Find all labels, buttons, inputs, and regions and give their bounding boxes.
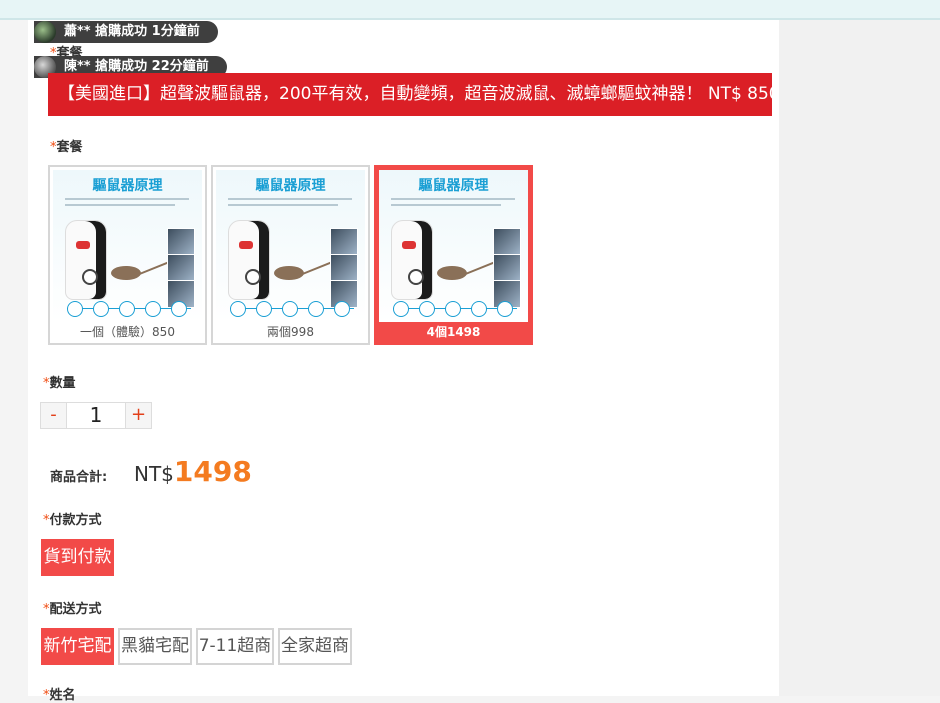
payment-option-cod[interactable]: 貨到付款 [41, 539, 114, 576]
quantity-decrease-button[interactable]: - [40, 402, 67, 429]
step-circle [308, 301, 324, 317]
top-bar [0, 0, 940, 20]
step-circle [334, 301, 350, 317]
package-caption: 兩個998 [267, 325, 314, 339]
effect-photo [330, 254, 358, 282]
purchase-notification: 蕭** 搶購成功 1分鐘前 [34, 21, 218, 43]
subtotal-label: 商品合計: [50, 470, 108, 485]
product-title: 【美國進口】超聲波驅鼠器，200平有效，自動變頻，超音波滅鼠、滅蟑螂驅蚊神器！ … [58, 84, 772, 104]
step-circle [230, 301, 246, 317]
image-text-line [391, 198, 515, 200]
step-circle [256, 301, 272, 317]
step-circle [282, 301, 298, 317]
shipping-option-tcat[interactable]: 黑貓宅配 [118, 628, 192, 665]
effect-photo [330, 228, 358, 256]
effect-photo [167, 254, 195, 282]
shipping-label: *配送方式 [43, 598, 102, 617]
package-option-1[interactable]: 驅鼠器原理 一個（體驗）850 [48, 165, 207, 345]
package-label-text: 套餐 [56, 140, 83, 155]
step-circle [419, 301, 435, 317]
image-text-line [391, 204, 501, 206]
device-speaker [408, 269, 424, 285]
device-logo [76, 241, 90, 249]
image-text-line [228, 198, 352, 200]
effect-photo [493, 254, 521, 282]
product-title-banner: 【美國進口】超聲波驅鼠器，200平有效，自動變頻，超音波滅鼠、滅蟑螂驅蚊神器！ … [48, 73, 772, 116]
package-label: *套餐 [50, 136, 83, 155]
step-circle [171, 301, 187, 317]
subtotal-amount: 1498 [173, 455, 252, 488]
image-title: 驅鼠器原理 [92, 178, 163, 194]
product-image: 驅鼠器原理 [216, 170, 365, 322]
payment-label: *付款方式 [43, 509, 102, 528]
image-text-line [228, 204, 338, 206]
step-circle [471, 301, 487, 317]
repeller-device-image [391, 220, 433, 300]
name-label: *姓名 [43, 684, 76, 703]
shipping-label-text: 配送方式 [49, 602, 102, 617]
step-circle [67, 301, 83, 317]
payment-label-text: 付款方式 [49, 513, 102, 528]
subtotal: NT$1498 [134, 455, 252, 488]
effect-photo [167, 228, 195, 256]
image-title: 驅鼠器原理 [255, 178, 326, 194]
notification-text: 陳** 搶購成功 22分鐘前 [64, 59, 209, 74]
repeller-device-image [228, 220, 270, 300]
step-circle [119, 301, 135, 317]
order-form [28, 20, 779, 696]
image-title: 驅鼠器原理 [418, 178, 489, 194]
device-speaker [82, 269, 98, 285]
device-logo [402, 241, 416, 249]
package-option-2[interactable]: 驅鼠器原理 兩個998 [211, 165, 370, 345]
subtotal-currency: NT$ [134, 462, 174, 486]
step-circle [145, 301, 161, 317]
effect-photo [493, 228, 521, 256]
device-logo [239, 241, 253, 249]
quantity-label: *數量 [43, 372, 76, 391]
step-circle [393, 301, 409, 317]
package-caption: 一個（體驗）850 [80, 325, 175, 339]
avatar [34, 21, 56, 43]
step-circle [93, 301, 109, 317]
package-option-3[interactable]: 驅鼠器原理 4個1498 [374, 165, 533, 345]
shipping-option-familymart[interactable]: 全家超商 [278, 628, 352, 665]
notification-text: 蕭** 搶購成功 1分鐘前 [64, 24, 200, 39]
quantity-input[interactable]: 1 [67, 402, 125, 429]
shipping-option-hct[interactable]: 新竹宅配 [41, 628, 114, 665]
quantity-increase-button[interactable]: + [125, 402, 152, 429]
step-circle [445, 301, 461, 317]
right-panel [779, 20, 940, 696]
shipping-option-711[interactable]: 7-11超商 [196, 628, 274, 665]
product-image: 驅鼠器原理 [379, 170, 528, 322]
step-circle [497, 301, 513, 317]
device-speaker [245, 269, 261, 285]
repeller-device-image [65, 220, 107, 300]
product-image: 驅鼠器原理 [53, 170, 202, 322]
image-text-line [65, 198, 189, 200]
image-text-line [65, 204, 175, 206]
quantity-label-text: 數量 [49, 376, 76, 391]
package-caption: 4個1498 [426, 325, 481, 339]
